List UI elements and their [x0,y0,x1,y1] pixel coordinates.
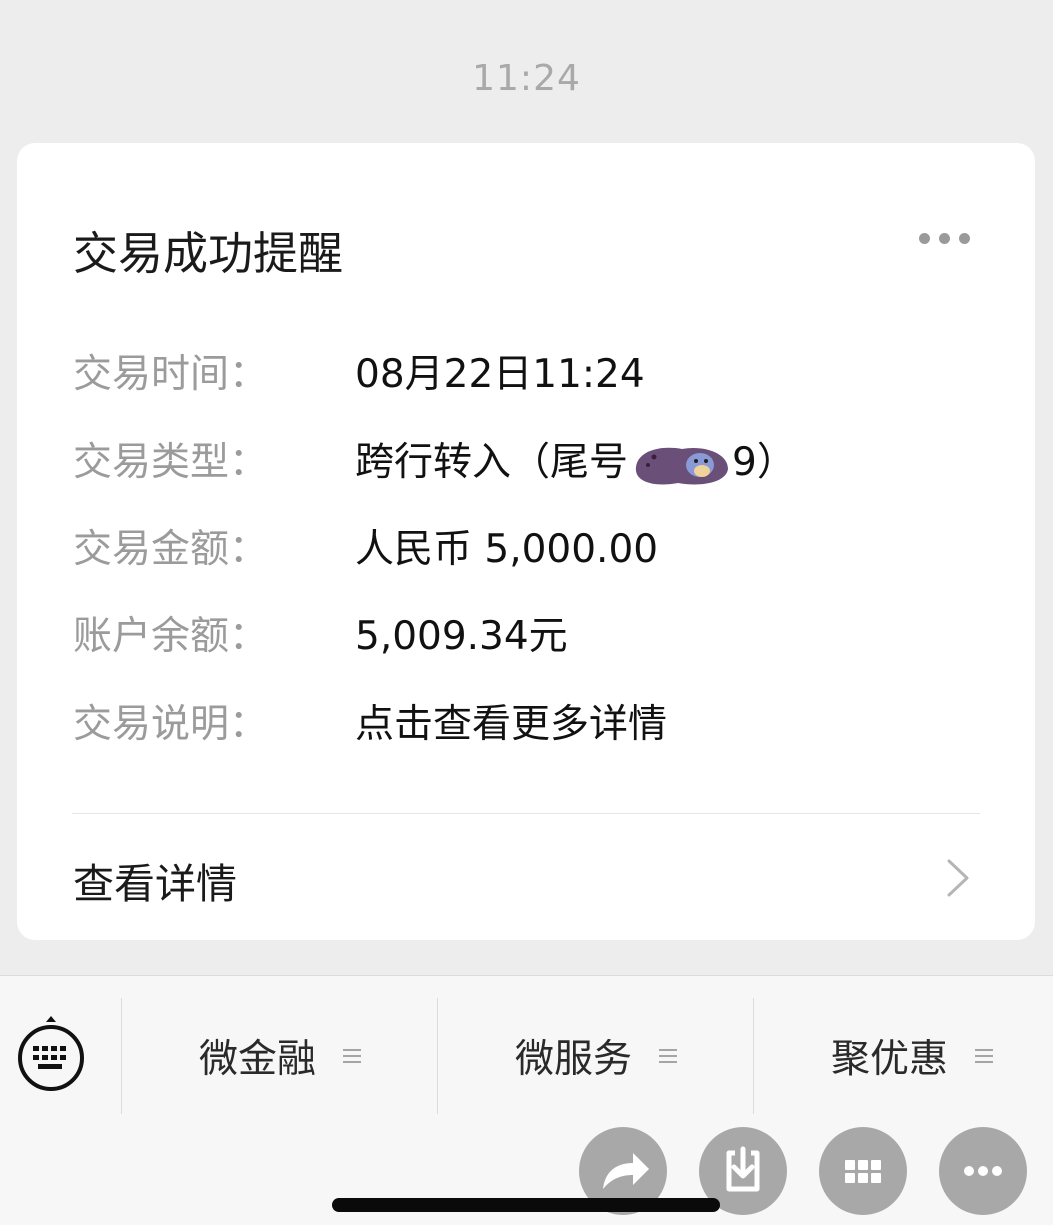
menu-item-finance[interactable]: 微金融 [122,1028,438,1084]
row-value-prefix: 跨行转入（尾号 [355,440,629,485]
menu-item-services[interactable]: 微服务 [438,1028,754,1084]
row-label: 账户余额： [73,614,269,659]
message-timestamp: 11:24 [472,58,581,99]
card-title: 交易成功提醒 [73,227,344,280]
row-transaction-time: 交易时间： 08月22日11:24 [73,343,973,403]
row-value: 点击查看更多详情 [355,702,668,747]
row-transaction-type: 交易类型： 跨行转入（尾号 9） [73,431,973,491]
menu-item-label: 微服务 [514,1037,632,1082]
row-label: 交易时间： [73,352,269,397]
apps-button[interactable] [819,1127,907,1215]
list-lines-icon [975,1048,994,1064]
more-dots-icon[interactable] [919,233,971,245]
row-value-suffix: 9） [732,440,796,485]
menu-item-label: 微金融 [198,1037,316,1082]
row-label: 交易说明： [73,702,269,747]
home-indicator [332,1198,720,1212]
row-transaction-amount: 交易金额： 人民币 5,000.00 [73,518,973,578]
list-lines-icon [343,1048,362,1064]
view-details-link[interactable]: 查看详情 [73,850,237,910]
more-horizontal-icon [964,1166,1002,1176]
row-account-balance: 账户余额： 5,009.34元 [73,605,973,665]
grid-icon [845,1160,881,1183]
keyboard-icon[interactable] [16,1014,86,1094]
row-value: 5,009.34元 [355,614,568,659]
row-value: 08月22日11:24 [355,352,645,397]
chevron-right-icon[interactable] [943,855,973,901]
divider [72,813,980,814]
transaction-notification-card[interactable]: 交易成功提醒 交易时间： 08月22日11:24 交易类型： 跨行转入（尾号 9… [17,143,1035,940]
row-transaction-note: 交易说明： 点击查看更多详情 [73,693,973,753]
more-button[interactable] [939,1127,1027,1215]
menu-item-offers[interactable]: 聚优惠 [754,1028,1053,1084]
row-label: 交易类型： [73,440,269,485]
row-label: 交易金额： [73,527,269,572]
redaction-sticker [630,443,730,487]
row-value: 人民币 5,000.00 [355,527,659,572]
menu-item-label: 聚优惠 [830,1037,948,1082]
list-lines-icon [659,1048,678,1064]
row-value: 跨行转入（尾号 9） [355,431,796,487]
